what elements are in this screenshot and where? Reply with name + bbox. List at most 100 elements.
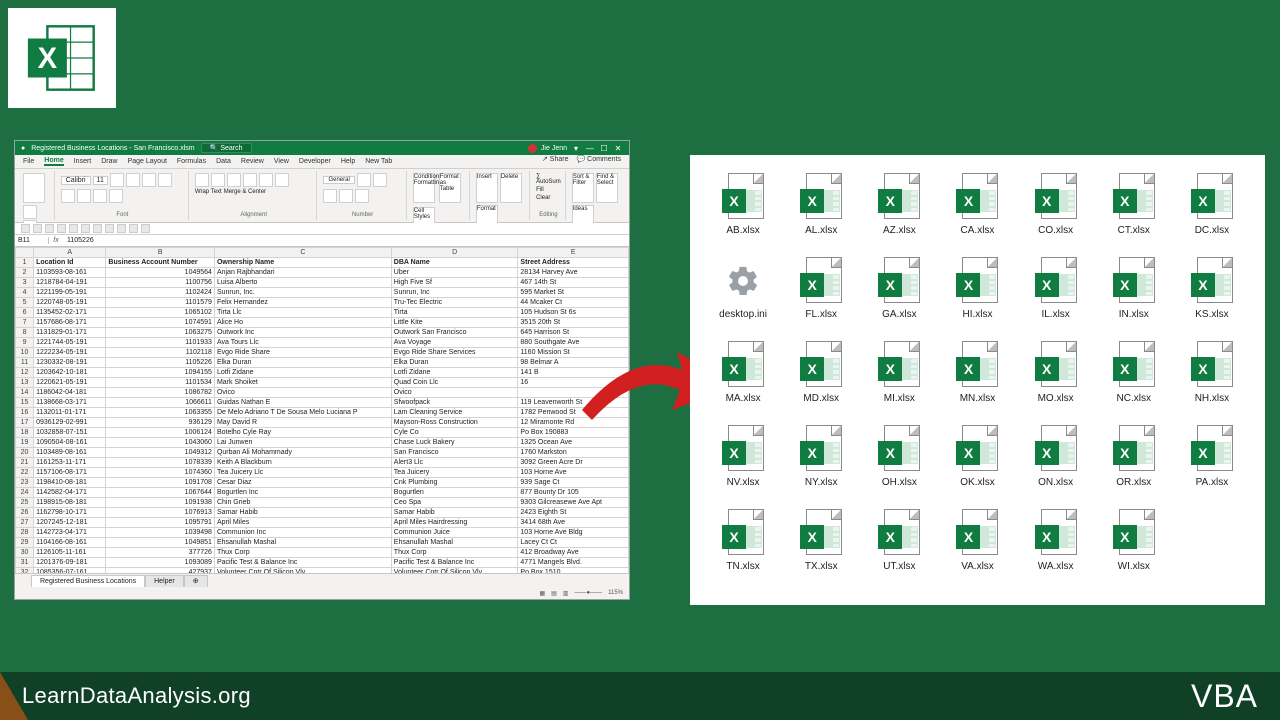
cell[interactable]: Bogurtlen xyxy=(391,488,518,498)
merge-center-button[interactable]: Merge & Center xyxy=(224,189,266,195)
cell[interactable]: 1132011-01-171 xyxy=(34,408,106,418)
row-header[interactable]: 5 xyxy=(16,298,34,308)
cell[interactable]: Lacey Ct Ct xyxy=(518,538,629,548)
cell[interactable]: 103 Horne Ave Bldg xyxy=(518,528,629,538)
file-item[interactable]: X NV.xlsx xyxy=(704,425,782,509)
cell[interactable]: 467 14th St xyxy=(518,278,629,288)
cell[interactable]: Guidas Nathan E xyxy=(214,398,391,408)
zoom-level[interactable]: 115% xyxy=(608,590,623,596)
cell[interactable]: 1161253-11-171 xyxy=(34,458,106,468)
cell[interactable]: Quad Coin Llc xyxy=(391,378,518,388)
font-color-button[interactable] xyxy=(109,189,123,203)
row-header[interactable]: 8 xyxy=(16,328,34,338)
file-item[interactable]: X AL.xlsx xyxy=(782,173,860,257)
cell[interactable]: 1076913 xyxy=(106,508,215,518)
cell[interactable]: Tea Juicery xyxy=(391,468,518,478)
cell[interactable]: 877 Bounty Dr 105 xyxy=(518,488,629,498)
insert-cells-button[interactable]: Insert xyxy=(476,173,498,203)
qat-item[interactable] xyxy=(129,224,138,233)
sort-filter-button[interactable]: Sort & Filter xyxy=(572,173,594,203)
cell[interactable]: 1066611 xyxy=(106,398,215,408)
cell[interactable]: Pacific Test & Balance Inc xyxy=(391,558,518,568)
column-header-B[interactable]: B xyxy=(106,248,215,258)
align-top-button[interactable] xyxy=(195,173,209,187)
formula-input[interactable]: 1105226 xyxy=(63,237,629,244)
column-header-cell[interactable]: Street Address xyxy=(518,258,629,268)
cell[interactable]: 939 Sage Ct xyxy=(518,478,629,488)
file-item[interactable]: X GA.xlsx xyxy=(860,257,938,341)
cell[interactable]: 1095791 xyxy=(106,518,215,528)
file-item[interactable]: X ON.xlsx xyxy=(1017,425,1095,509)
cell[interactable]: 1220748-05-191 xyxy=(34,298,106,308)
cell[interactable]: Ovico xyxy=(214,388,391,398)
currency-button[interactable] xyxy=(357,173,371,187)
cell[interactable]: Anjan Rajbhandari xyxy=(214,268,391,278)
cell[interactable]: Bogurtlen Inc xyxy=(214,488,391,498)
cell[interactable]: Lai Junwen xyxy=(214,438,391,448)
qat-item[interactable] xyxy=(69,224,78,233)
file-item[interactable]: X CO.xlsx xyxy=(1017,173,1095,257)
row-header[interactable]: 9 xyxy=(16,338,34,348)
cell[interactable]: Sunrun, Inc xyxy=(391,288,518,298)
align-center-button[interactable] xyxy=(259,173,273,187)
name-box[interactable]: B11 xyxy=(15,237,49,244)
cell[interactable]: Tirta xyxy=(391,308,518,318)
cell[interactable]: 1220621-05-191 xyxy=(34,378,106,388)
align-left-button[interactable] xyxy=(243,173,257,187)
ribbon-tab-page-layout[interactable]: Page Layout xyxy=(128,158,167,165)
row-header[interactable]: 14 xyxy=(16,388,34,398)
row-header[interactable]: 20 xyxy=(16,448,34,458)
ribbon-tab-help[interactable]: Help xyxy=(341,158,355,165)
cell[interactable]: 1063355 xyxy=(106,408,215,418)
row-header[interactable]: 4 xyxy=(16,288,34,298)
file-item[interactable]: X OR.xlsx xyxy=(1095,425,1173,509)
share-button[interactable]: ↗ Share xyxy=(542,155,569,163)
row-header[interactable]: 17 xyxy=(16,418,34,428)
row-header[interactable]: 15 xyxy=(16,398,34,408)
qat-item[interactable] xyxy=(57,224,66,233)
cell[interactable]: 1103489-08-161 xyxy=(34,448,106,458)
file-item[interactable]: X MD.xlsx xyxy=(782,341,860,425)
row-header[interactable]: 2 xyxy=(16,268,34,278)
cell[interactable]: Pacific Test & Balance Inc xyxy=(214,558,391,568)
user-name[interactable]: Jie Jenn xyxy=(541,145,567,152)
cell[interactable]: 3092 Green Acre Dr xyxy=(518,458,629,468)
cell[interactable]: 645 Harrison St xyxy=(518,328,629,338)
row-header[interactable]: 22 xyxy=(16,468,34,478)
cell[interactable]: Evgo Ride Share Services xyxy=(391,348,518,358)
ribbon-display-icon[interactable]: ▾ xyxy=(571,143,581,153)
cell[interactable]: 0936129-02-991 xyxy=(34,418,106,428)
cell[interactable]: 1090504-08-161 xyxy=(34,438,106,448)
new-sheet-button[interactable]: ⊕ xyxy=(184,575,208,587)
cell[interactable]: 1157686-08-171 xyxy=(34,318,106,328)
cell[interactable]: High Five Sf xyxy=(391,278,518,288)
comma-button[interactable] xyxy=(323,189,337,203)
file-item[interactable]: X MN.xlsx xyxy=(938,341,1016,425)
ribbon-tab-insert[interactable]: Insert xyxy=(74,158,92,165)
cell[interactable]: Lotfi Zidane xyxy=(214,368,391,378)
number-format-select[interactable]: General xyxy=(323,176,354,184)
cell[interactable]: 4771 Mangels Blvd. xyxy=(518,558,629,568)
row-header[interactable]: 31 xyxy=(16,558,34,568)
cell[interactable]: 1221744-05-191 xyxy=(34,338,106,348)
cell[interactable]: Alice Ho xyxy=(214,318,391,328)
row-header[interactable]: 16 xyxy=(16,408,34,418)
cell[interactable]: 44 Mcaker Ct xyxy=(518,298,629,308)
cell[interactable]: Sunrun, Inc. xyxy=(214,288,391,298)
cell[interactable]: 1049564 xyxy=(106,268,215,278)
cell[interactable]: 1142582-04-171 xyxy=(34,488,106,498)
row-header[interactable]: 6 xyxy=(16,308,34,318)
file-item[interactable]: X IL.xlsx xyxy=(1017,257,1095,341)
italic-button[interactable] xyxy=(158,173,172,187)
cell[interactable]: Lam Cleaning Service xyxy=(391,408,518,418)
cell[interactable]: 1101933 xyxy=(106,338,215,348)
cell[interactable]: Ovico xyxy=(391,388,518,398)
row-header[interactable]: 18 xyxy=(16,428,34,438)
cell[interactable]: Keith A Blackburn xyxy=(214,458,391,468)
cell[interactable]: De Melo Adriano T De Sousa Melo Luciana … xyxy=(214,408,391,418)
file-item[interactable]: X IN.xlsx xyxy=(1095,257,1173,341)
cell[interactable]: 103 Horne Ave xyxy=(518,468,629,478)
cell[interactable]: Outwork Inc xyxy=(214,328,391,338)
cell[interactable]: 1074360 xyxy=(106,468,215,478)
qat-item[interactable] xyxy=(93,224,102,233)
